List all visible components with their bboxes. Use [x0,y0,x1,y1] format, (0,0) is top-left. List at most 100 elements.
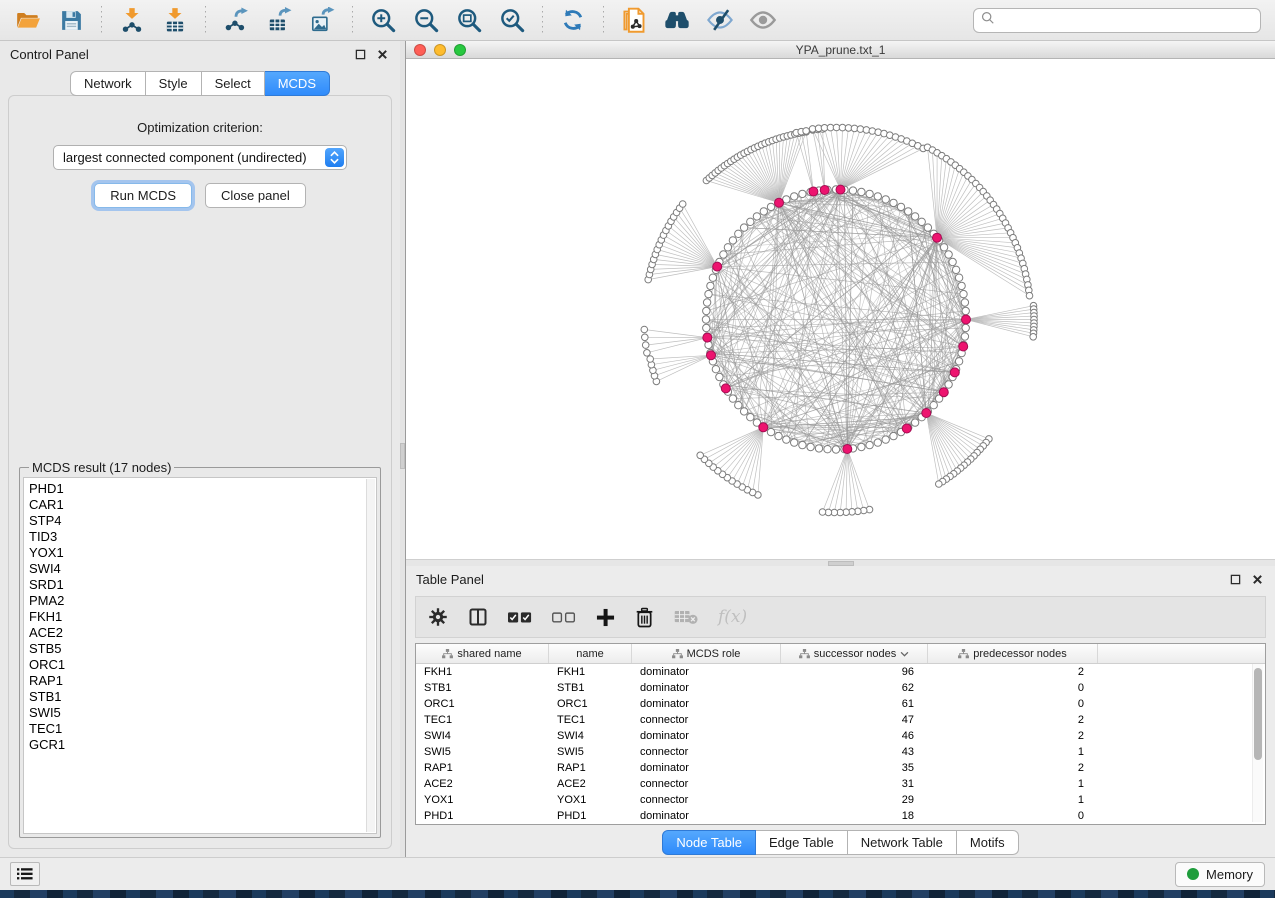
show-task-history-button[interactable] [10,862,40,886]
delete-column-trash-icon[interactable] [635,607,654,628]
network-leaf-node[interactable] [819,509,826,516]
network-node[interactable] [724,244,731,251]
network-leaf-node[interactable] [644,350,651,357]
create-column-plus-icon[interactable] [596,608,615,627]
network-leaf-node[interactable] [803,128,810,135]
network-node[interactable] [815,445,822,452]
network-node[interactable] [709,274,716,281]
network-leaf-node[interactable] [679,201,686,208]
mcds-result-item[interactable]: STB5 [29,641,376,657]
network-node[interactable] [703,299,710,306]
network-view-canvas[interactable] [406,59,1275,559]
memory-button[interactable]: Memory [1175,862,1265,887]
network-node[interactable] [962,307,969,314]
network-leaf-node[interactable] [641,326,648,333]
network-node[interactable] [735,402,742,409]
mcds-result-item[interactable]: TID3 [29,529,376,545]
network-node[interactable] [807,443,814,450]
search-input[interactable] [1000,12,1253,28]
panel-splitter-vertical[interactable] [400,41,406,857]
table-row[interactable]: FKH1FKH1dominator962 [416,664,1265,680]
tab-motifs[interactable]: Motifs [957,830,1019,855]
column-header-shared-name[interactable]: shared name [416,644,549,663]
network-node[interactable] [882,436,889,443]
network-node[interactable] [918,218,925,225]
network-node[interactable] [930,402,937,409]
network-node[interactable] [729,237,736,244]
network-node[interactable] [945,381,952,388]
column-header-successor-nodes[interactable]: successor nodes [781,644,928,663]
export-network-icon[interactable] [218,4,254,36]
mcds-result-item[interactable]: STP4 [29,513,376,529]
table-row[interactable]: ACE2ACE2connector311 [416,776,1265,792]
tab-mcds[interactable]: MCDS [265,71,330,96]
network-node[interactable] [753,213,760,220]
network-node[interactable] [911,213,918,220]
mcds-result-item[interactable]: SRD1 [29,577,376,593]
network-node[interactable] [747,218,754,225]
network-node[interactable] [747,414,754,421]
deselect-all-columns-icon[interactable] [552,611,576,623]
network-node[interactable] [707,282,714,289]
network-node[interactable] [775,432,782,439]
network-hub-node[interactable] [922,409,931,418]
network-node[interactable] [832,446,839,453]
network-node[interactable] [955,274,962,281]
close-panel-button[interactable]: Close panel [205,183,306,208]
close-panel-icon[interactable] [374,46,390,62]
network-node[interactable] [874,193,881,200]
network-leaf-node[interactable] [642,342,649,349]
network-hub-node[interactable] [950,368,959,377]
network-node[interactable] [858,443,865,450]
network-hub-node[interactable] [836,185,845,194]
mcds-result-item[interactable]: GCR1 [29,737,376,753]
mcds-result-item[interactable]: PHD1 [29,481,376,497]
tab-edge-table[interactable]: Edge Table [756,830,848,855]
table-row[interactable]: PHD1PHD1dominator180 [416,808,1265,824]
close-panel-icon[interactable] [1249,571,1265,587]
network-node[interactable] [824,446,831,453]
tab-network-table[interactable]: Network Table [848,830,957,855]
network-hub-node[interactable] [721,384,730,393]
mcds-result-item[interactable]: CAR1 [29,497,376,513]
hide-visual-properties-icon[interactable] [702,4,738,36]
network-graph[interactable] [406,59,1275,559]
network-leaf-node[interactable] [697,452,704,459]
network-node[interactable] [911,419,918,426]
network-hub-node[interactable] [933,233,942,242]
network-node[interactable] [799,190,806,197]
network-node[interactable] [958,282,965,289]
zoom-out-icon[interactable] [408,4,444,36]
mcds-result-item[interactable]: SWI5 [29,705,376,721]
select-all-columns-icon[interactable] [508,611,532,623]
zoom-selected-icon[interactable] [494,4,530,36]
tab-network[interactable]: Network [70,71,146,96]
network-hub-node[interactable] [703,333,712,342]
network-node[interactable] [961,299,968,306]
table-row[interactable]: RAP1RAP1dominator352 [416,760,1265,776]
network-leaf-node[interactable] [1026,292,1033,299]
column-header-name[interactable]: name [549,644,632,663]
network-node[interactable] [890,432,897,439]
mcds-result-item[interactable]: YOX1 [29,545,376,561]
network-node[interactable] [874,439,881,446]
scrollbar-thumb[interactable] [1254,668,1262,760]
mcds-list-scrollbar[interactable] [366,479,375,832]
tab-select[interactable]: Select [202,71,265,96]
network-leaf-node[interactable] [642,334,649,341]
export-table-icon[interactable] [261,4,297,36]
network-node[interactable] [962,324,969,331]
network-node[interactable] [740,408,747,415]
mcds-result-item[interactable]: ACE2 [29,625,376,641]
column-header-mcds-role[interactable]: MCDS role [632,644,781,663]
save-icon[interactable] [53,4,89,36]
mcds-result-item[interactable]: RAP1 [29,673,376,689]
network-hub-node[interactable] [959,342,968,351]
network-node[interactable] [735,230,742,237]
network-node[interactable] [791,439,798,446]
network-node[interactable] [897,203,904,210]
network-node[interactable] [767,203,774,210]
network-node[interactable] [703,324,710,331]
criterion-select[interactable]: largest connected component (undirected) [53,145,347,170]
network-node[interactable] [720,251,727,258]
